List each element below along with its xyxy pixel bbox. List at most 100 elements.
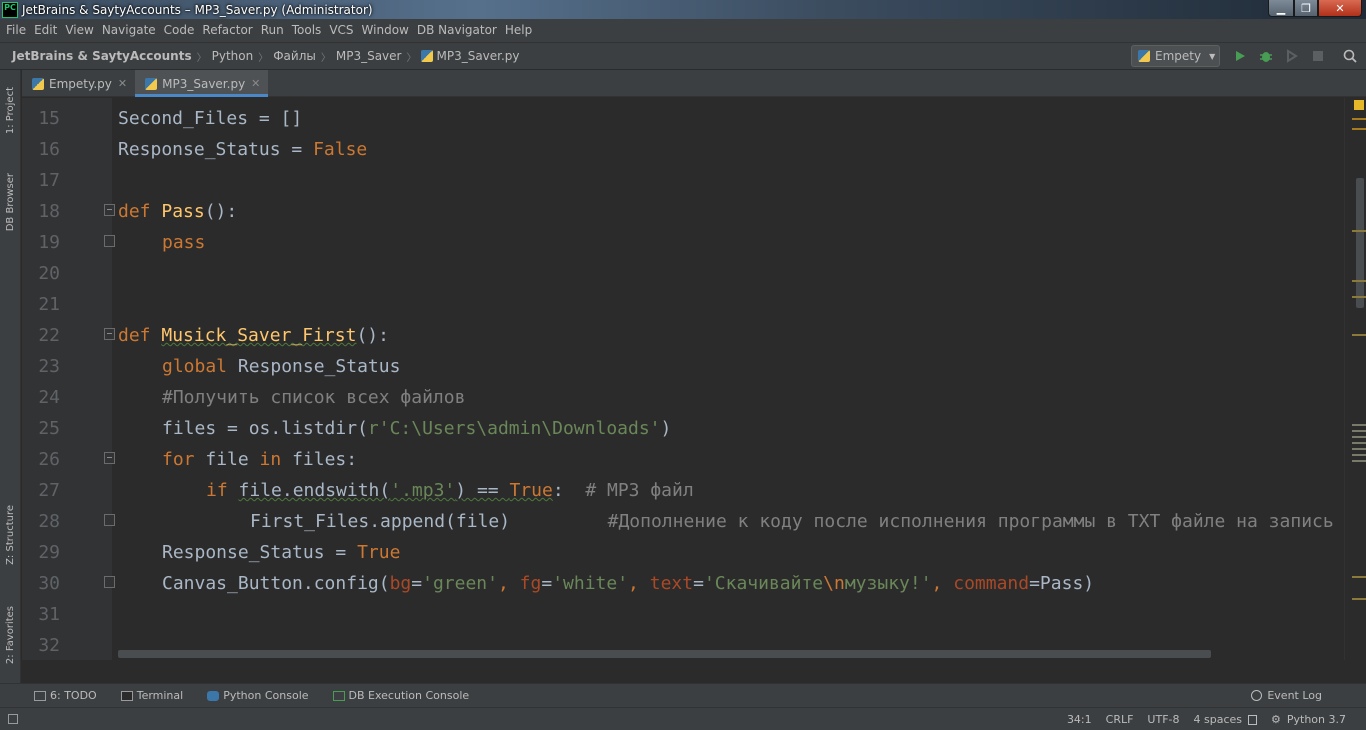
warning-marker[interactable] xyxy=(1352,436,1366,438)
todo-tool-button[interactable]: 6: TODO xyxy=(34,689,97,702)
warning-marker[interactable] xyxy=(1352,448,1366,450)
warning-marker[interactable] xyxy=(1352,576,1366,578)
terminal-tool-button[interactable]: Terminal xyxy=(120,689,183,702)
menu-window[interactable]: Window xyxy=(358,19,413,42)
project-tool-tab[interactable]: 1: Project xyxy=(0,76,21,146)
warning-marker[interactable] xyxy=(1352,118,1366,120)
line-separator[interactable]: CRLF xyxy=(1106,713,1134,726)
code-editor[interactable]: 15 Second_Files = [] 16 Response_Status … xyxy=(22,98,1344,660)
menu-db-navigator[interactable]: DB Navigator xyxy=(413,19,501,42)
warning-marker[interactable] xyxy=(1352,460,1366,462)
chevron-right-icon: 〉 xyxy=(196,52,207,64)
indent-setting[interactable]: 4 spaces xyxy=(1194,713,1243,726)
event-log-button[interactable]: Event Log xyxy=(1251,689,1322,702)
code-text: def Musick_Saver_First(): xyxy=(118,325,389,346)
menu-tools[interactable]: Tools xyxy=(288,19,326,42)
menu-code[interactable]: Code xyxy=(160,19,199,42)
minimize-icon: ▁ xyxy=(1276,1,1286,15)
python-file-icon xyxy=(32,77,44,90)
menu-view[interactable]: View xyxy=(61,19,97,42)
db-execution-console-tool-button[interactable]: DB Execution Console xyxy=(332,689,469,702)
run-icon xyxy=(1236,51,1245,61)
restore-button[interactable]: ❐ xyxy=(1294,0,1318,17)
fold-toggle-icon[interactable] xyxy=(104,204,115,216)
fold-end-icon[interactable] xyxy=(104,235,115,247)
code-text: pass xyxy=(162,232,206,253)
code-line: 26 for file in files: xyxy=(22,444,1344,475)
menu-help[interactable]: Help xyxy=(501,19,536,42)
error-stripe[interactable] xyxy=(1344,98,1366,660)
fold-toggle-icon[interactable] xyxy=(104,328,115,340)
caret-position[interactable]: 34:1 xyxy=(1067,713,1092,726)
debug-button[interactable] xyxy=(1258,48,1274,64)
menu-navigate[interactable]: Navigate xyxy=(98,19,160,42)
navigation-bar: JetBrains & SaytyAccounts 〉 Python 〉 Фай… xyxy=(0,42,1366,70)
event-log-label: Event Log xyxy=(1267,689,1322,702)
warning-marker[interactable] xyxy=(1352,598,1366,600)
favorites-tool-tab[interactable]: 2: Favorites xyxy=(0,595,21,675)
line-number: 29 xyxy=(38,542,60,563)
warning-marker[interactable] xyxy=(1352,280,1366,282)
run-coverage-button[interactable] xyxy=(1284,48,1300,64)
breadcrumb-python[interactable]: Python xyxy=(212,49,254,63)
search-everywhere-button[interactable] xyxy=(1342,48,1358,64)
breadcrumb-files[interactable]: Файлы xyxy=(273,49,316,63)
close-tab-icon[interactable]: ✕ xyxy=(118,77,127,90)
toggle-tool-windows-icon[interactable] xyxy=(8,714,18,724)
code-line: 29 Response_Status = True xyxy=(22,537,1344,568)
breadcrumb-mp3-saver[interactable]: MP3_Saver xyxy=(336,49,402,63)
breadcrumb-project[interactable]: JetBrains & SaytyAccounts xyxy=(12,49,192,63)
lock-icon[interactable] xyxy=(1248,714,1257,725)
breadcrumb-file-label: MP3_Saver.py xyxy=(436,49,520,63)
code-comment: #Получить список всех файлов xyxy=(162,387,466,408)
file-encoding[interactable]: UTF-8 xyxy=(1147,713,1179,726)
tab-empety-py[interactable]: Empety.py ✕ xyxy=(22,70,135,97)
python-console-icon xyxy=(207,690,220,701)
warning-marker[interactable] xyxy=(1352,230,1366,232)
run-configuration-select[interactable]: Empety ▼ xyxy=(1131,45,1220,67)
line-number: 30 xyxy=(38,573,60,594)
fold-toggle-icon[interactable] xyxy=(104,452,115,464)
line-number: 22 xyxy=(38,325,60,346)
code-line: 20 xyxy=(22,258,1344,289)
menu-vcs[interactable]: VCS xyxy=(325,19,357,42)
db-browser-tool-tab[interactable]: DB Browser xyxy=(0,162,21,242)
coverage-icon xyxy=(1287,49,1298,63)
warning-marker[interactable] xyxy=(1352,424,1366,426)
close-button[interactable]: ✕ xyxy=(1318,0,1362,17)
menu-edit[interactable]: Edit xyxy=(30,19,61,42)
code-line: 31 xyxy=(22,599,1344,630)
warning-marker[interactable] xyxy=(1352,128,1366,130)
db-browser-tool-label: DB Browser xyxy=(5,172,16,232)
python-console-tool-button[interactable]: Python Console xyxy=(207,689,309,702)
debug-icon xyxy=(1260,52,1272,62)
menu-run[interactable]: Run xyxy=(257,19,288,42)
python-interpreter[interactable]: Python 3.7 xyxy=(1287,713,1346,726)
inspection-status-icon[interactable] xyxy=(1354,100,1364,110)
warning-marker[interactable] xyxy=(1352,442,1366,444)
structure-tool-label: Z: Structure xyxy=(5,505,16,565)
menu-refactor[interactable]: Refactor xyxy=(198,19,256,42)
tab-mp3-saver-py[interactable]: MP3_Saver.py ✕ xyxy=(135,70,269,97)
minimize-button[interactable]: ▁ xyxy=(1268,0,1294,17)
warning-marker[interactable] xyxy=(1352,334,1366,336)
structure-tool-tab[interactable]: Z: Structure xyxy=(0,495,21,575)
code-line: 27 if file.endswith('.mp3') == True: # M… xyxy=(22,475,1344,506)
warning-marker[interactable] xyxy=(1352,430,1366,432)
fold-end-icon[interactable] xyxy=(104,576,115,588)
menu-file[interactable]: File xyxy=(2,19,30,42)
code-text: Response_Status = True xyxy=(162,542,401,563)
vertical-scrollbar[interactable] xyxy=(1356,178,1364,308)
stop-button[interactable] xyxy=(1310,48,1326,64)
stop-icon xyxy=(1313,51,1323,61)
breadcrumb-file[interactable]: MP3_Saver.py xyxy=(421,49,520,63)
warning-marker[interactable] xyxy=(1352,454,1366,456)
horizontal-scrollbar[interactable] xyxy=(118,650,1211,658)
warning-marker[interactable] xyxy=(1352,296,1366,298)
editor-tabs: Empety.py ✕ MP3_Saver.py ✕ xyxy=(22,70,1366,97)
run-button[interactable] xyxy=(1232,48,1248,64)
fold-end-icon[interactable] xyxy=(104,514,115,526)
line-number: 15 xyxy=(38,108,60,129)
close-tab-icon[interactable]: ✕ xyxy=(251,77,260,90)
status-bar: 34:1 CRLF UTF-8 4 spaces ⚙ Python 3.7 xyxy=(0,707,1366,730)
